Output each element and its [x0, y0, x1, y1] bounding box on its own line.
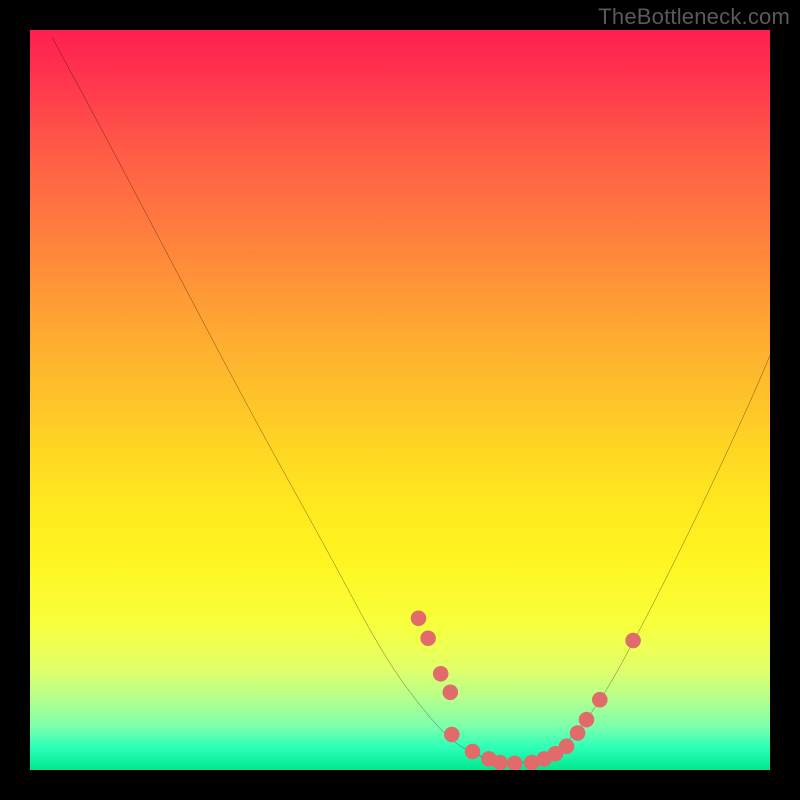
data-point: [433, 666, 449, 682]
watermark-text: TheBottleneck.com: [598, 4, 790, 30]
data-point: [411, 611, 427, 627]
data-point: [559, 739, 575, 755]
data-point: [444, 727, 460, 743]
data-point: [465, 744, 481, 760]
data-point: [507, 756, 523, 770]
bottleneck-curve: [52, 37, 770, 762]
data-point: [420, 631, 436, 647]
data-point: [579, 712, 595, 728]
data-point: [492, 755, 508, 770]
data-point: [592, 692, 608, 708]
chart-frame: TheBottleneck.com: [0, 0, 800, 800]
data-points: [411, 611, 641, 770]
data-point: [625, 633, 641, 649]
plot-area: [30, 30, 770, 770]
data-point: [570, 725, 586, 741]
data-point: [443, 685, 459, 701]
curve-layer: [30, 30, 770, 770]
